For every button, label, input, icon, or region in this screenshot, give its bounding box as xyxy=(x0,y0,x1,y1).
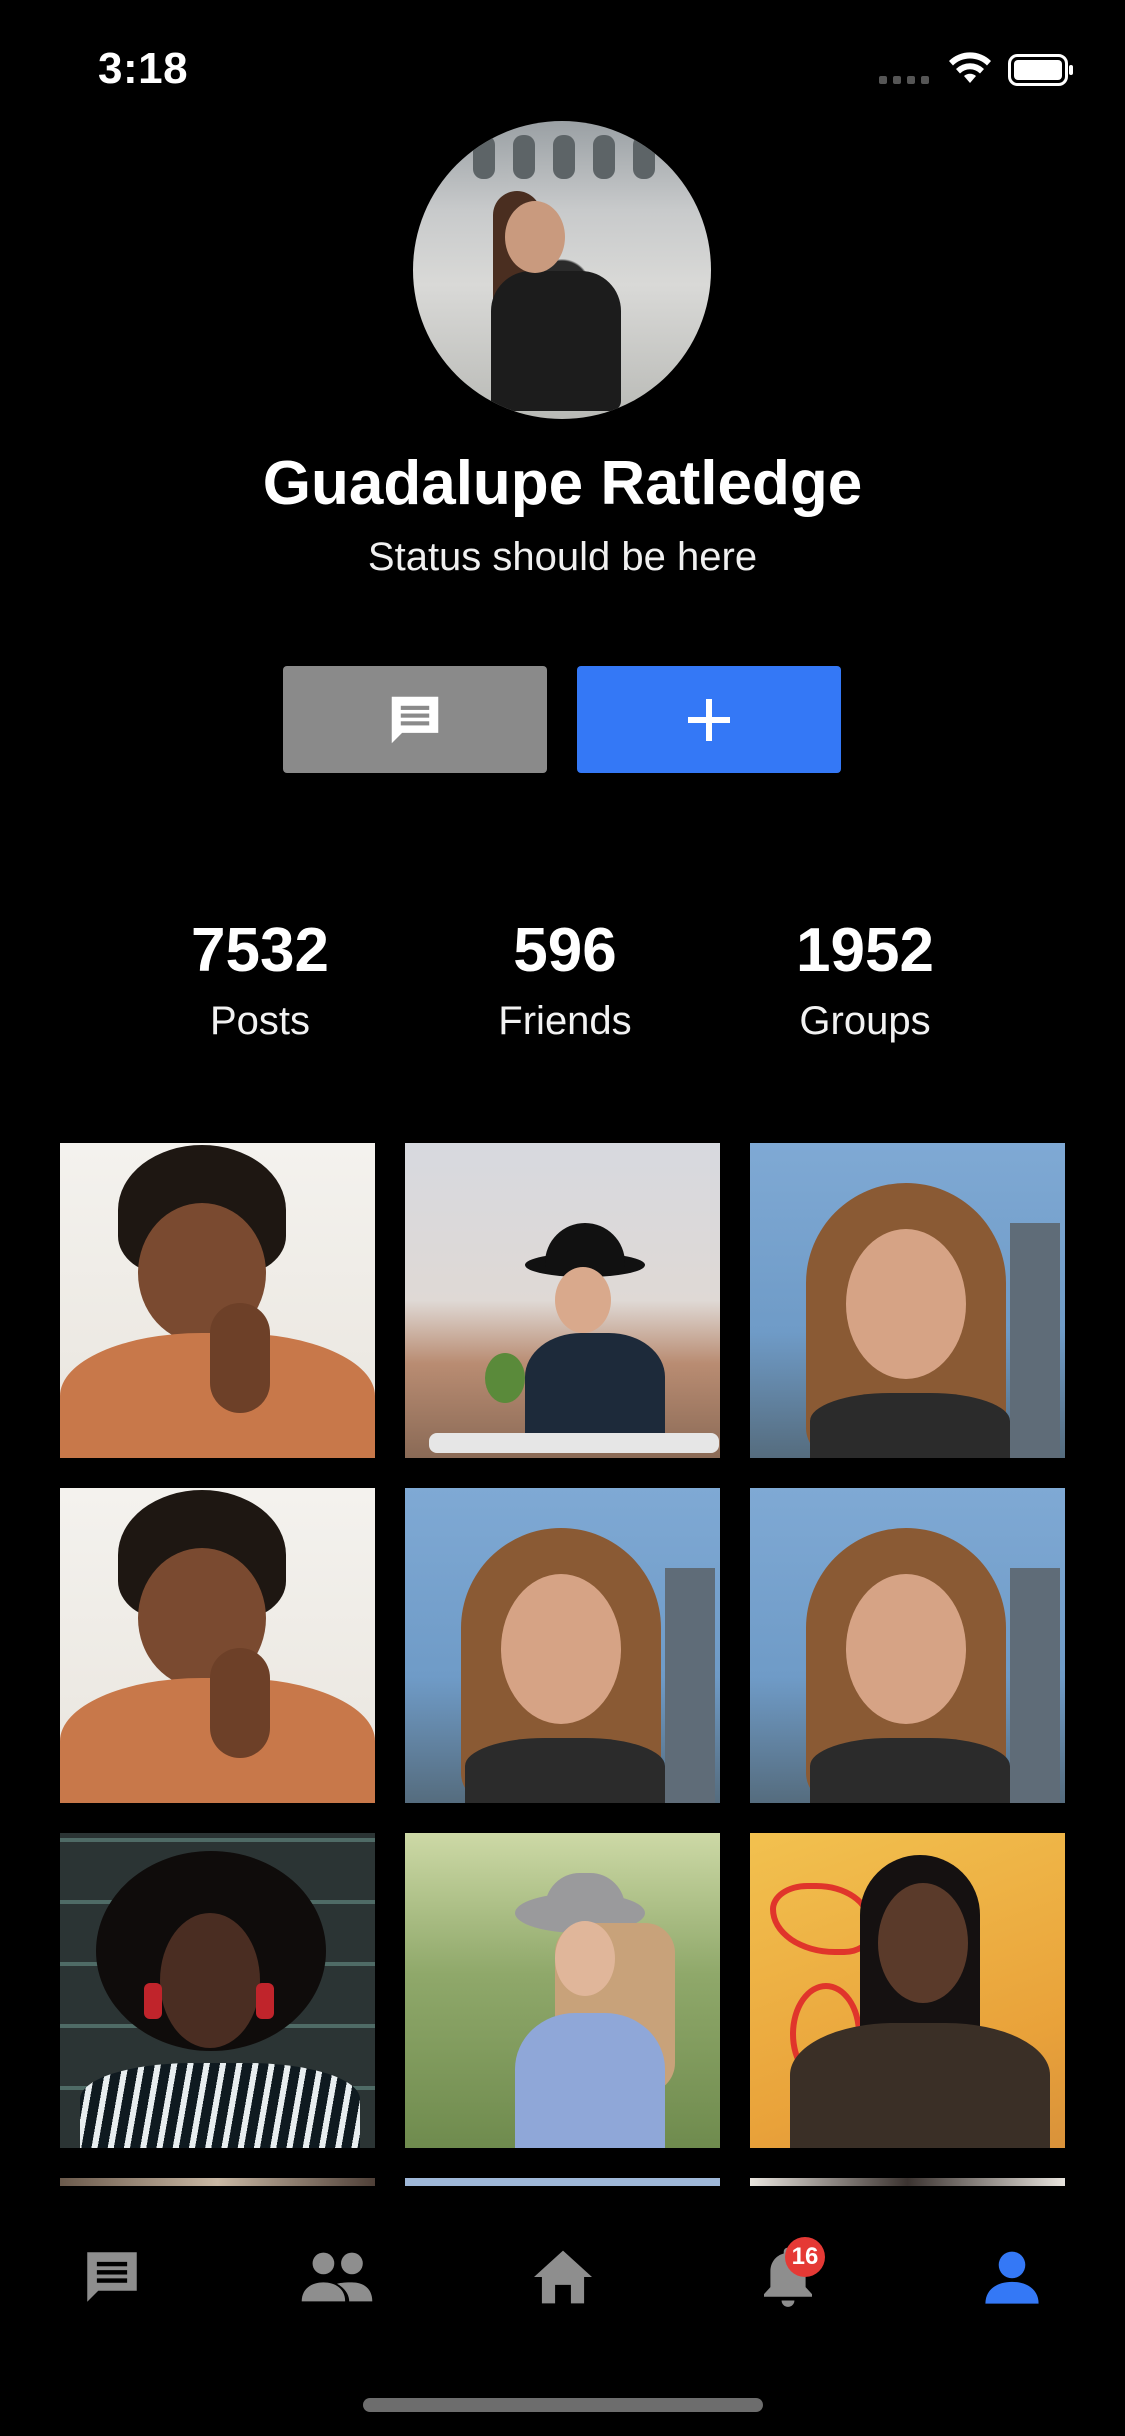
message-icon xyxy=(391,696,439,743)
plus-icon xyxy=(688,698,730,741)
stat-label: Groups xyxy=(799,999,931,1043)
stat-value: 596 xyxy=(513,916,617,985)
profile-status: Status should be here xyxy=(367,535,758,579)
person-icon xyxy=(985,2251,1039,2304)
stat-groups[interactable]: 1952 Groups xyxy=(735,915,995,1044)
photo-thumbnail[interactable] xyxy=(60,1143,375,1458)
photo-thumbnail[interactable] xyxy=(750,1833,1065,2148)
profile-avatar[interactable] xyxy=(413,121,711,419)
status-bar: 3:18 xyxy=(0,0,1125,135)
stat-value: 1952 xyxy=(796,916,934,985)
photo-thumbnail[interactable] xyxy=(405,1143,720,1458)
photo-thumbnail[interactable] xyxy=(60,1488,375,1803)
tab-chat[interactable] xyxy=(67,2232,157,2322)
stat-value: 7532 xyxy=(191,916,329,985)
tab-home[interactable] xyxy=(518,2232,608,2322)
cellular-signal-icon xyxy=(879,76,929,84)
photo-thumbnail[interactable] xyxy=(750,2178,1065,2186)
photo-thumbnail[interactable] xyxy=(750,1143,1065,1458)
photo-thumbnail[interactable] xyxy=(405,1833,720,2148)
wifi-icon xyxy=(949,52,991,83)
photo-thumbnail[interactable] xyxy=(405,2178,720,2186)
photo-thumbnail[interactable] xyxy=(60,1833,375,2148)
battery-icon xyxy=(1008,54,1073,86)
notification-badge: 16 xyxy=(785,2237,825,2277)
stat-label: Posts xyxy=(209,999,311,1043)
chat-icon xyxy=(87,2252,137,2302)
add-friend-button[interactable] xyxy=(577,666,841,773)
photo-thumbnail[interactable] xyxy=(750,1488,1065,1803)
message-button[interactable] xyxy=(283,666,547,773)
status-time: 3:18 xyxy=(98,44,189,93)
tab-profile[interactable] xyxy=(967,2232,1057,2322)
stat-posts[interactable]: 7532 Posts xyxy=(130,915,390,1044)
photo-grid xyxy=(60,1143,1065,2186)
home-indicator[interactable] xyxy=(363,2398,763,2412)
profile-name: Guadalupe Ratledge xyxy=(262,449,863,518)
photo-thumbnail[interactable] xyxy=(60,2178,375,2186)
tab-friends[interactable] xyxy=(292,2232,382,2322)
stat-label: Friends xyxy=(498,999,632,1043)
stat-friends[interactable]: 596 Friends xyxy=(435,915,695,1044)
photo-thumbnail[interactable] xyxy=(405,1488,720,1803)
people-icon xyxy=(301,2252,373,2302)
home-icon xyxy=(534,2250,592,2304)
